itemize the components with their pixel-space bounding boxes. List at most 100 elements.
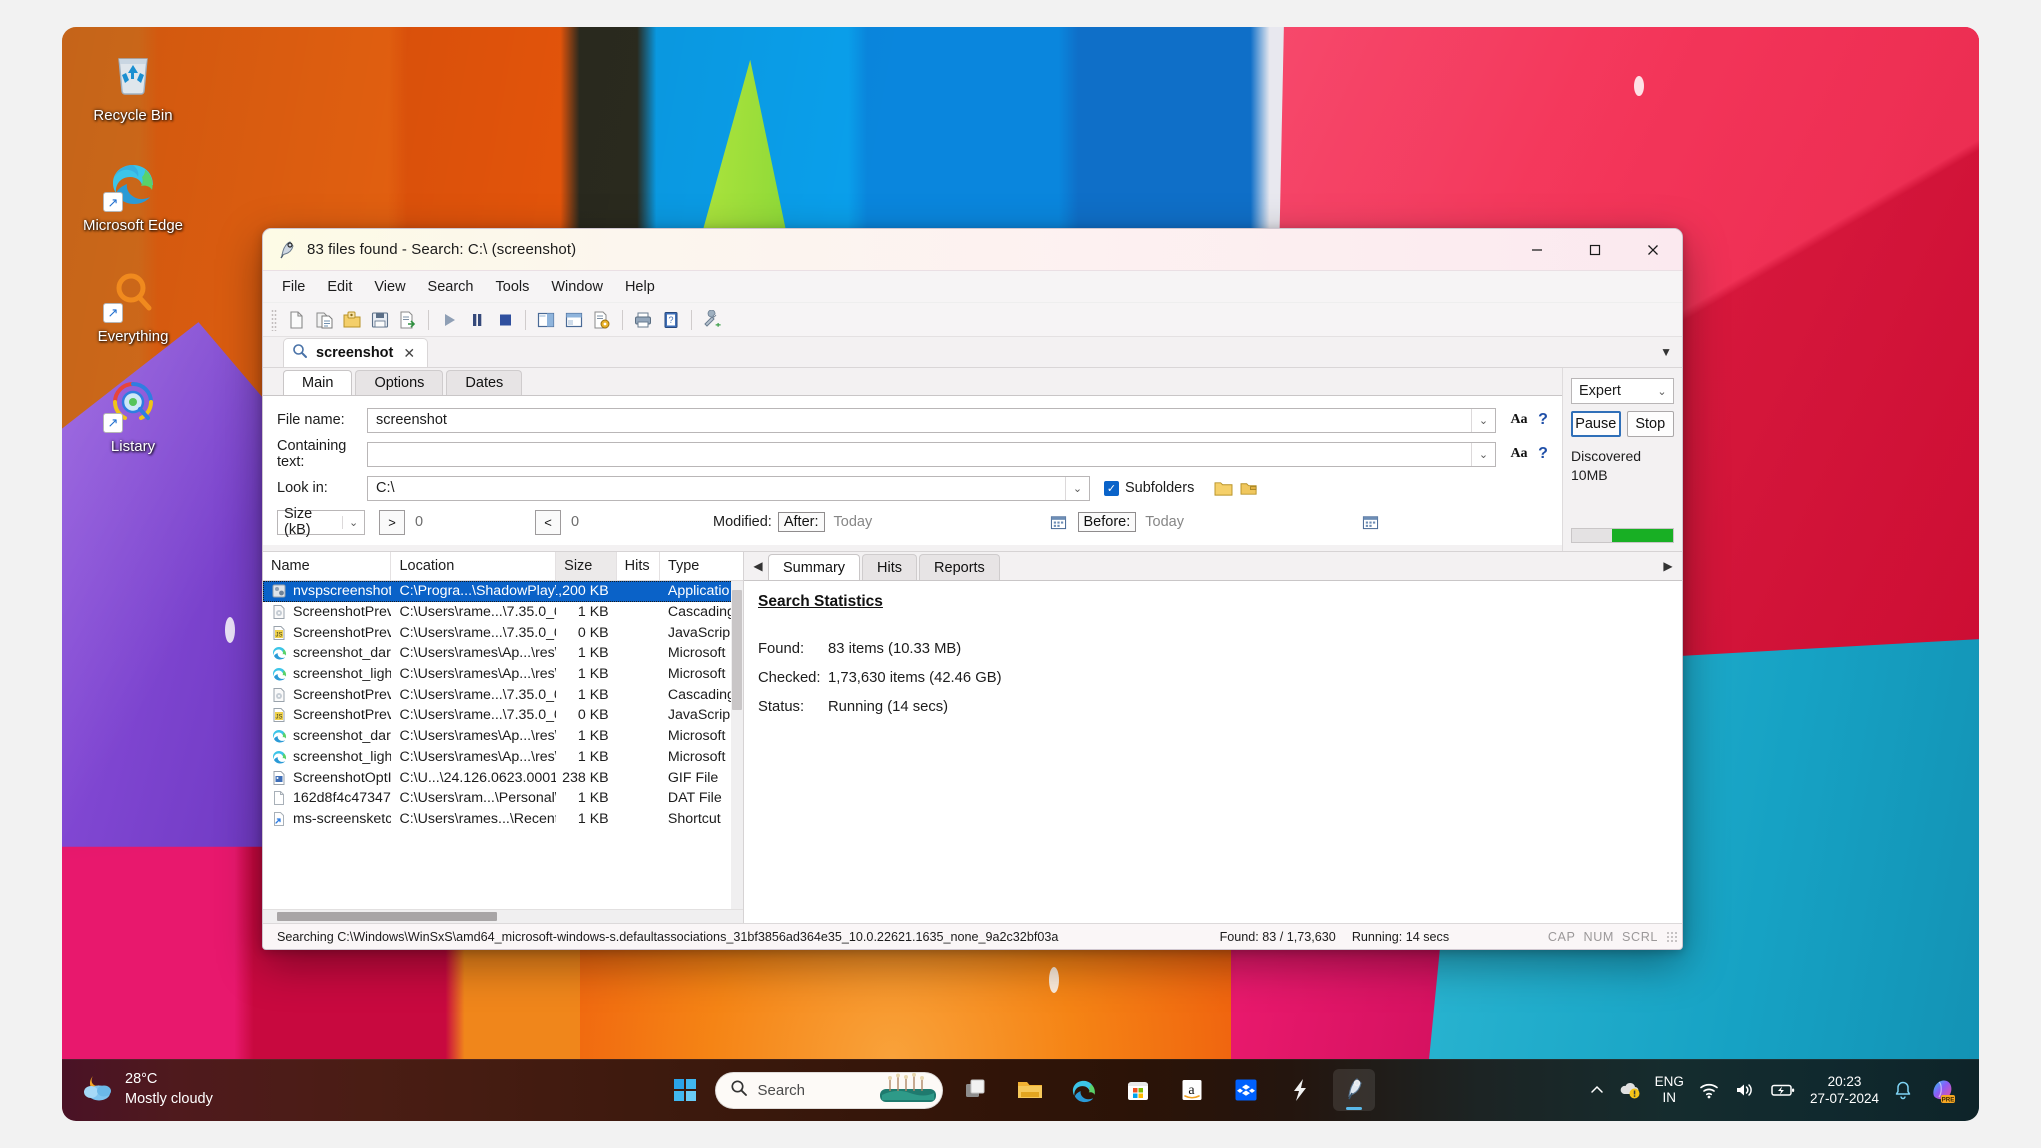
taskbar-search-box[interactable]: Search	[715, 1072, 943, 1109]
bell-icon[interactable]	[1893, 1080, 1913, 1100]
calendar-icon[interactable]	[1357, 511, 1383, 533]
open-search-icon[interactable]	[339, 307, 365, 333]
folder-browse-icon[interactable]	[1210, 477, 1236, 499]
scrollbar-thumb[interactable]	[732, 590, 742, 710]
everything-search-icon[interactable]	[1333, 1069, 1375, 1111]
microsoft-edge-icon[interactable]	[1063, 1069, 1105, 1111]
filename-combo[interactable]: ⌄	[367, 408, 1496, 433]
lookin-input[interactable]	[368, 477, 1065, 500]
containing-case-button[interactable]: Aa	[1506, 446, 1532, 462]
table-row[interactable]: ScreenshotPrevie...C:\Users\rame...\7.35…	[263, 602, 743, 623]
duplicate-search-icon[interactable]	[311, 307, 337, 333]
document-tab-screenshot[interactable]: screenshot ✕	[283, 338, 428, 367]
export-results-icon[interactable]	[395, 307, 421, 333]
results-header-row[interactable]: Name Location Size Hits Type	[263, 552, 743, 581]
results-rows-container[interactable]: nvspscreenshot6...C:\Progra...\ShadowPla…	[263, 581, 743, 909]
table-row[interactable]: JSScreenshotPrevie...C:\Users\rame...\7.…	[263, 705, 743, 726]
listary-icon[interactable]	[1279, 1069, 1321, 1111]
calendar-icon[interactable]	[1046, 511, 1072, 533]
chevron-down-icon[interactable]: ▼	[1660, 345, 1672, 359]
volume-icon[interactable]	[1734, 1080, 1756, 1100]
column-header-type[interactable]: Type	[660, 552, 743, 580]
table-row[interactable]: ScreenshotOptIn...C:\U...\24.126.0623.00…	[263, 767, 743, 788]
column-header-hits[interactable]: Hits	[617, 552, 660, 580]
maximize-button[interactable]	[1566, 229, 1624, 270]
desktop-icon-microsoft-edge[interactable]: ↗ Microsoft Edge	[74, 145, 192, 241]
stop-search-icon[interactable]	[492, 307, 518, 333]
scroll-tabs-right-icon[interactable]: ▶	[1658, 559, 1678, 573]
menu-view[interactable]: View	[363, 275, 416, 299]
detail-tab-strip[interactable]: ◀ Summary Hits Reports ▶	[744, 552, 1682, 580]
resize-grip-icon[interactable]	[1666, 931, 1678, 943]
menu-bar[interactable]: File Edit View Search Tools Window Help	[263, 271, 1682, 303]
table-row[interactable]: ms-screensketche...C:\Users\rames...\Rec…	[263, 809, 743, 830]
windows-start-icon[interactable]	[667, 1072, 703, 1108]
desktop-icon-listary[interactable]: ↗ Listary	[74, 366, 192, 462]
column-header-name[interactable]: Name	[263, 552, 391, 580]
modified-before-button[interactable]: Before:	[1078, 512, 1137, 532]
dropbox-icon[interactable]	[1225, 1069, 1267, 1111]
language-indicator[interactable]: ENG IN	[1655, 1074, 1684, 1106]
battery-charging-icon[interactable]	[1770, 1081, 1796, 1099]
chevron-down-icon[interactable]: ⌄	[342, 516, 364, 529]
table-row[interactable]: ScreenshotPrevie...C:\Users\rame...\7.35…	[263, 684, 743, 705]
size-unit-select[interactable]: Size (kB) ⌄	[277, 510, 365, 535]
toolbar[interactable]: ?	[263, 303, 1682, 337]
table-row[interactable]: screenshot_light.s...C:\Users\rames\Ap..…	[263, 747, 743, 768]
menu-tools[interactable]: Tools	[485, 275, 541, 299]
desktop-icon-everything[interactable]: ↗ Everything	[74, 256, 192, 352]
configuration-icon[interactable]	[699, 307, 725, 333]
tab-hits[interactable]: Hits	[862, 554, 917, 580]
lookin-combo[interactable]: ⌄	[367, 476, 1090, 501]
desktop-icon-recycle-bin[interactable]: Recycle Bin	[74, 35, 192, 131]
taskbar[interactable]: 28°C Mostly cloudy Search	[62, 1059, 1979, 1121]
filename-input[interactable]	[368, 409, 1471, 432]
table-row[interactable]: screenshot_dark.s...C:\Users\rames\Ap...…	[263, 726, 743, 747]
menu-file[interactable]: File	[271, 275, 316, 299]
modified-after-value[interactable]: Today	[834, 514, 1046, 530]
menu-edit[interactable]: Edit	[316, 275, 363, 299]
save-search-icon[interactable]	[367, 307, 393, 333]
containing-help-button[interactable]: ?	[1532, 445, 1554, 463]
menu-help[interactable]: Help	[614, 275, 666, 299]
results-list-pane[interactable]: Name Location Size Hits Type nvspscreens…	[263, 552, 744, 923]
modified-after-button[interactable]: After:	[778, 512, 825, 532]
table-row[interactable]: 162d8f4c47347cf...C:\Users\ram...\Person…	[263, 788, 743, 809]
table-row[interactable]: nvspscreenshot6...C:\Progra...\ShadowPla…	[263, 581, 743, 602]
wifi-icon[interactable]	[1698, 1080, 1720, 1100]
task-view-icon[interactable]	[955, 1069, 997, 1111]
document-tab-strip[interactable]: screenshot ✕ ▼	[263, 337, 1682, 368]
window-titlebar[interactable]: 83 files found - Search: C:\ (screenshot…	[263, 229, 1682, 271]
table-row[interactable]: screenshot_dark.s...C:\Users\rames\Ap...…	[263, 643, 743, 664]
modified-before-value[interactable]: Today	[1145, 514, 1357, 530]
search-mode-select[interactable]: Expert ⌄	[1571, 378, 1674, 404]
show-hidden-icons-chevron-icon[interactable]	[1589, 1082, 1605, 1098]
results-horizontal-scrollbar[interactable]	[263, 909, 743, 923]
clock-widget[interactable]: 20:23 27-07-2024	[1810, 1073, 1879, 1108]
pause-search-icon[interactable]	[464, 307, 490, 333]
tab-options[interactable]: Options	[355, 370, 443, 395]
tab-summary[interactable]: Summary	[768, 554, 860, 580]
layout-bottom-icon[interactable]	[561, 307, 587, 333]
layout-right-icon[interactable]	[533, 307, 559, 333]
print-preview-icon[interactable]: ?	[658, 307, 684, 333]
close-button[interactable]	[1624, 229, 1682, 270]
scrollbar-thumb[interactable]	[277, 912, 497, 921]
filename-help-button[interactable]: ?	[1532, 411, 1554, 429]
chevron-down-icon[interactable]: ⌄	[1471, 443, 1495, 466]
criteria-subtabs[interactable]: Main Options Dates	[263, 368, 1562, 395]
subfolders-checkbox[interactable]: ✓ Subfolders	[1104, 480, 1194, 496]
table-row[interactable]: screenshot_light.s...C:\Users\rames\Ap..…	[263, 664, 743, 685]
new-search-icon[interactable]	[283, 307, 309, 333]
menu-window[interactable]: Window	[540, 275, 614, 299]
pause-button[interactable]: Pause	[1571, 411, 1621, 437]
file-explorer-icon[interactable]	[1009, 1069, 1051, 1111]
copilot-icon[interactable]: PRE	[1927, 1076, 1957, 1104]
table-row[interactable]: JSScreenshotPrevie...C:\Users\rame...\7.…	[263, 622, 743, 643]
minimize-button[interactable]	[1508, 229, 1566, 270]
amazon-icon[interactable]: a	[1171, 1069, 1213, 1111]
tab-reports[interactable]: Reports	[919, 554, 1000, 580]
close-tab-icon[interactable]: ✕	[401, 345, 417, 362]
menu-search[interactable]: Search	[417, 275, 485, 299]
stop-button[interactable]: Stop	[1627, 411, 1675, 437]
